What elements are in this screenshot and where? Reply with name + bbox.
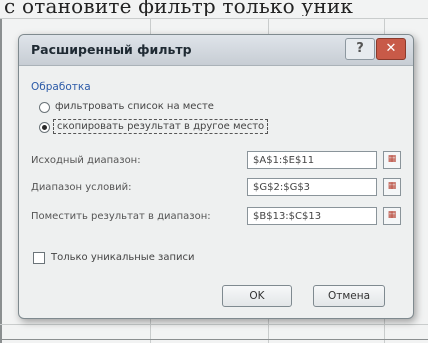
cell-text: с отановите фильтр только уник xyxy=(4,0,354,16)
grid-line xyxy=(0,324,428,325)
radio-label: фильтровать список на месте xyxy=(55,101,214,112)
close-button[interactable]: ✕ xyxy=(376,38,406,60)
grid-line xyxy=(0,339,428,340)
unique-records-checkbox[interactable] xyxy=(33,252,45,264)
copy-to-range-label: Поместить результат в диапазон: xyxy=(31,211,211,222)
advanced-filter-dialog: Расширенный фильтр ? ✕ Обработка фильтро… xyxy=(18,34,414,319)
collapse-dialog-icon[interactable]: ▦ xyxy=(383,178,401,196)
unique-records-label: Только уникальные записи xyxy=(51,252,195,263)
grid-line xyxy=(0,18,428,19)
source-range-input[interactable] xyxy=(247,151,377,169)
ok-button[interactable]: OK xyxy=(222,285,292,307)
collapse-dialog-icon[interactable]: ▦ xyxy=(383,207,401,225)
help-button[interactable]: ? xyxy=(345,38,375,60)
radio-label: скопировать результат в другое место xyxy=(52,119,269,134)
criteria-range-label: Диапазон условий: xyxy=(31,182,132,193)
criteria-range-input[interactable] xyxy=(247,178,377,196)
copy-to-range-input[interactable] xyxy=(247,207,377,225)
processing-group-label: Обработка xyxy=(31,81,91,93)
source-range-label: Исходный диапазон: xyxy=(31,155,141,166)
dialog-title: Расширенный фильтр xyxy=(31,42,192,57)
dialog-titlebar[interactable]: Расширенный фильтр ? ✕ xyxy=(19,35,413,66)
sheet-edge xyxy=(0,18,2,343)
collapse-dialog-icon[interactable]: ▦ xyxy=(383,151,401,169)
cancel-button[interactable]: Отмена xyxy=(313,285,385,307)
radio-button-selected[interactable] xyxy=(39,122,50,133)
radio-button[interactable] xyxy=(39,102,50,113)
